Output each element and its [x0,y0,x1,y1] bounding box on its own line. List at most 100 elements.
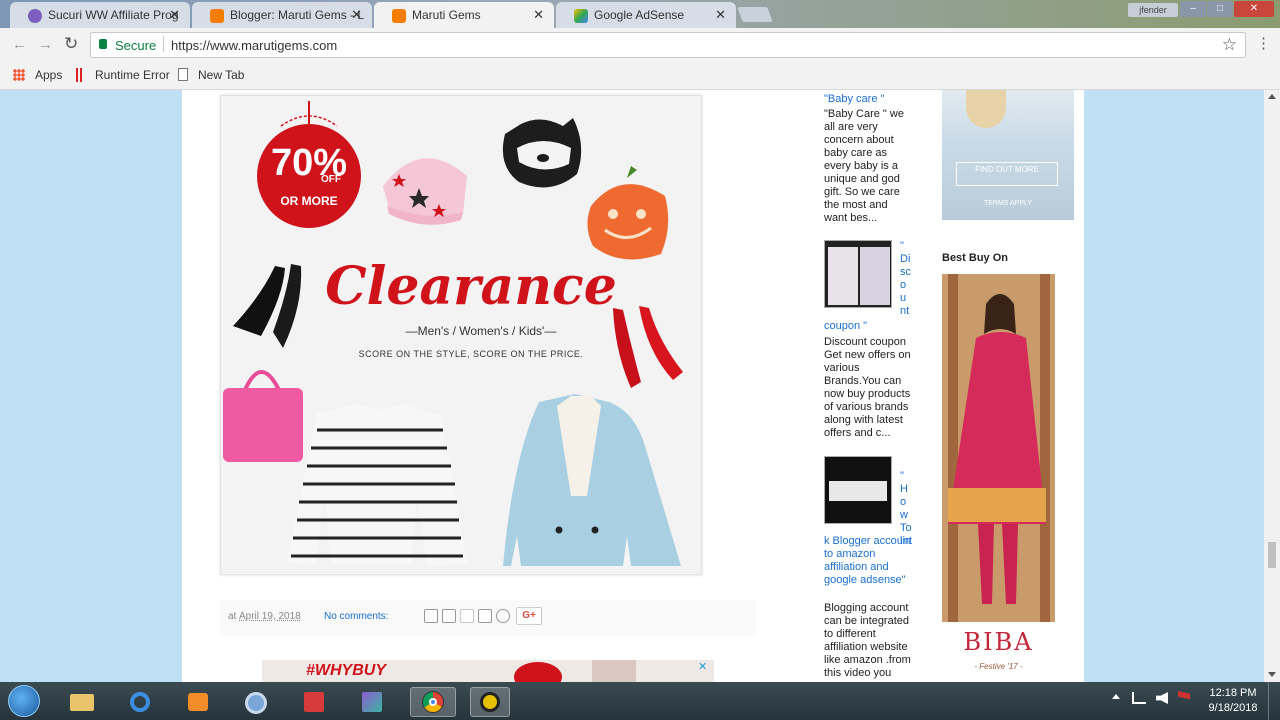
ad-model-image [592,660,636,682]
find-out-more-button[interactable]: FIND OUT MORE [956,162,1058,186]
url-text[interactable]: https://www.marutigems.com [171,38,337,53]
gplus-share-button[interactable]: G+ [516,607,542,625]
biba-ad[interactable]: BIBA - Festive '17 - [942,274,1055,682]
start-button-icon[interactable] [8,685,40,717]
scroll-up-arrow-icon[interactable] [1268,94,1276,99]
ad-close-icon[interactable]: ✕ [698,660,707,673]
post-footer: at April 19, 2018 No comments: G+ [220,600,756,636]
network-icon[interactable] [1132,692,1146,704]
baby-ad[interactable]: FIND OUT MORE TERMS APPLY [942,90,1074,220]
internet-explorer-icon[interactable] [122,687,158,717]
show-hidden-icons-icon[interactable] [1112,694,1120,699]
biba-model-illustration [942,274,1055,682]
post-link-howto-cont[interactable]: k Blogger account to amazon affiliation … [824,535,914,587]
new-tab-button[interactable] [737,7,773,22]
tab-title: Blogger: Maruti Gems - L [230,8,365,22]
facebook-share-icon[interactable] [478,609,492,623]
scrollbar-thumb[interactable] [1268,542,1276,568]
windows-taskbar: 12:18 PM 9/18/2018 [0,682,1280,720]
post-snippet-baby-care: "Baby Care " we all are very concern abo… [824,108,904,224]
sucuri-favicon-icon [28,9,42,23]
divider [163,36,164,52]
ad-badge [514,662,562,682]
apps-grid-icon [13,69,25,81]
close-tab-icon[interactable]: ✕ [169,7,180,23]
reload-button[interactable]: ↻ [64,34,78,54]
bookmark-runtime-error[interactable]: Runtime Error [95,68,170,82]
menu-icon[interactable]: ⋮ [1256,34,1271,52]
adsense-favicon-icon [574,9,588,23]
blogthis-share-icon[interactable] [442,609,456,623]
photos-app-icon[interactable] [354,687,390,717]
comments-link[interactable]: No comments: [324,611,388,622]
secure-label: Secure [115,38,157,53]
thumb-panel [829,481,887,501]
media-player-icon[interactable] [180,687,216,717]
runtime-error-icon [76,68,82,82]
post-snippet-discount: Discount coupon Get new offers on variou… [824,336,911,439]
clearance-subline: —Men's / Women's / Kids'— [405,324,557,338]
tab-title: Maruti Gems [412,8,481,22]
profile-name[interactable]: jfender [1128,3,1178,17]
volume-icon[interactable] [1156,692,1168,704]
blog-content: 70% OFF OR MORE Clearance —Men's / Women… [182,90,1084,682]
tab-maruti-gems[interactable]: Maruti Gems ✕ [374,2,554,29]
show-desktop-button[interactable] [1268,682,1280,720]
browser-titlebar: Sucuri WW Affiliate Prog ✕ Blogger: Maru… [0,0,1280,29]
post-date-link[interactable]: April 19, 2018 [239,611,301,622]
recorder-app-icon[interactable] [470,687,510,717]
system-clock[interactable]: 12:18 PM 9/18/2018 [1204,686,1262,716]
bookmark-apps[interactable]: Apps [35,68,62,82]
address-bar[interactable]: Secure https://www.marutigems.com ☆ [90,32,1246,58]
post-link-baby-care[interactable]: "Baby care " [824,93,914,106]
email-share-icon[interactable] [424,609,438,623]
thumb-panel [828,247,858,305]
tab-google-adsense[interactable]: Google AdSense ✕ [556,2,736,28]
post-thumbnail-discount[interactable] [824,240,892,308]
post-link-discount[interactable]: " Di sc o u nt [900,240,912,318]
tab-blogger[interactable]: Blogger: Maruti Gems - L ✕ [192,2,372,28]
sale-off: OFF [321,174,341,185]
close-tab-icon[interactable]: ✕ [351,7,362,23]
tab-sucuri[interactable]: Sucuri WW Affiliate Prog ✕ [10,2,190,28]
post-image-clearance[interactable]: 70% OFF OR MORE Clearance —Men's / Women… [220,95,702,575]
bookmark-star-icon[interactable]: ☆ [1222,35,1237,55]
teddy-bear-image [966,90,1006,128]
thumb-panel [860,247,890,305]
close-tab-icon[interactable]: ✕ [715,7,726,23]
sale-more: OR MORE [280,194,338,208]
post-thumbnail-howto[interactable] [824,456,892,524]
biba-festive: - Festive '17 - [974,662,1023,671]
page-scrollbar[interactable] [1264,90,1280,682]
footer-at: at [228,611,237,622]
twitter-share-icon[interactable] [460,609,474,623]
forward-button[interactable]: → [38,36,53,53]
tab-title: Sucuri WW Affiliate Prog [48,8,179,22]
clock-date: 9/18/2018 [1208,702,1258,714]
file-explorer-icon[interactable] [64,687,100,717]
best-buy-heading: Best Buy On [942,252,1009,264]
chrome-alt-icon[interactable] [238,687,274,717]
terms-apply: TERMS APPLY [983,200,1033,207]
minimize-button[interactable]: – [1180,1,1206,17]
post-link-discount-cont[interactable]: coupon " [824,320,914,333]
ad-headline: #WHYBUY [306,662,387,679]
biba-logo-text: BIBA [963,628,1034,656]
action-center-flag-icon[interactable] [1178,691,1190,700]
clearance-tagline: SCORE ON THE STYLE, SCORE ON THE PRICE. [358,349,584,359]
pdf-app-icon[interactable] [296,687,332,717]
page-icon [178,68,188,81]
pinterest-share-icon[interactable] [496,609,510,623]
chrome-icon[interactable] [410,687,456,717]
bookmark-new-tab[interactable]: New Tab [198,68,244,82]
maximize-button[interactable]: □ [1207,1,1233,17]
blogger-favicon-icon [392,9,406,23]
close-tab-icon[interactable]: ✕ [533,7,544,23]
clock-time: 12:18 PM [1209,687,1257,699]
back-button[interactable]: ← [12,36,27,53]
close-window-button[interactable]: ✕ [1234,1,1274,17]
clearance-headline: Clearance [325,256,617,317]
bottom-ad-banner[interactable]: #WHYBUY ✕ [262,660,714,682]
tab-title: Google AdSense [594,8,685,22]
scroll-down-arrow-icon[interactable] [1268,672,1276,677]
